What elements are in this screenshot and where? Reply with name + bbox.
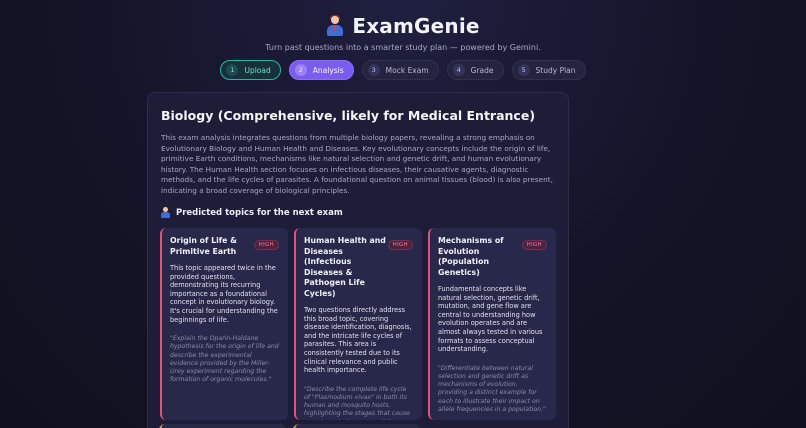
app-subtitle: Turn past questions into a smarter study… (265, 43, 541, 52)
priority-badge: HIGH (253, 240, 279, 250)
app-title: ExamGenie (352, 14, 480, 38)
next-topic-card-peek (293, 424, 421, 428)
step-number: 2 (294, 64, 307, 76)
step-upload[interactable]: 1 Upload (220, 60, 281, 80)
analysis-panel: Biology (Comprehensive, likely for Medic… (147, 92, 569, 428)
topic-description: Two questions directly address this broa… (304, 306, 412, 375)
topic-title: Mechanisms of Evolution (Population Gene… (438, 236, 504, 277)
topic-description: This topic appeared twice in the provide… (170, 264, 278, 324)
topic-title: Human Health and Diseases (Infectious Di… (304, 236, 386, 298)
next-topic-card-peek (159, 424, 287, 428)
step-number: 1 (226, 64, 239, 76)
analysis-summary: This exam analysis integrates questions … (161, 133, 553, 195)
step-navigation: 1 Upload 2 Analysis 3 Mock Exam 4 Grade … (0, 60, 806, 80)
step-number: 4 (452, 64, 465, 76)
scientist-logo-icon (326, 15, 344, 37)
title-row: ExamGenie (0, 13, 806, 39)
priority-badge: HIGH (387, 240, 413, 250)
topic-cards: Origin of Life & Primitive Earth HIGH Th… (160, 228, 556, 420)
topic-card: Mechanisms of Evolution (Population Gene… (428, 228, 556, 420)
step-label: Mock Exam (385, 65, 429, 75)
topic-card: Origin of Life & Primitive Earth HIGH Th… (160, 228, 288, 420)
topic-card: Human Health and Diseases (Infectious Di… (294, 228, 422, 420)
app-header: ExamGenie Turn past questions into a sma… (0, 13, 806, 52)
sample-question: "Differentiate between natural selection… (438, 364, 546, 413)
step-label: Grade (470, 65, 494, 75)
step-label: Upload (244, 65, 271, 75)
topic-description: Fundamental concepts like natural select… (438, 285, 543, 354)
step-number: 5 (517, 64, 530, 76)
priority-badge: HIGH (521, 240, 547, 250)
step-label: Study Plan (535, 65, 576, 75)
sample-question: "Explain the Oparin-Haldane hypothesis f… (170, 335, 279, 384)
step-analysis[interactable]: 2 Analysis (288, 60, 354, 80)
scientist-icon (161, 207, 170, 218)
step-grade[interactable]: 4 Grade (446, 60, 504, 80)
step-study-plan[interactable]: 5 Study Plan (511, 60, 586, 80)
subject-title: Biology (Comprehensive, likely for Medic… (161, 108, 536, 123)
step-number: 3 (367, 64, 380, 76)
step-mock-exam[interactable]: 3 Mock Exam (361, 60, 439, 80)
sample-question: "Describe the complete life cycle of "Pl… (304, 385, 410, 420)
topic-title: Origin of Life & Primitive Earth (170, 236, 237, 256)
predicted-topics-label: Predicted topics for the next exam (176, 207, 343, 218)
step-label: Analysis (312, 65, 344, 75)
predicted-topics-heading: Predicted topics for the next exam (161, 207, 343, 218)
